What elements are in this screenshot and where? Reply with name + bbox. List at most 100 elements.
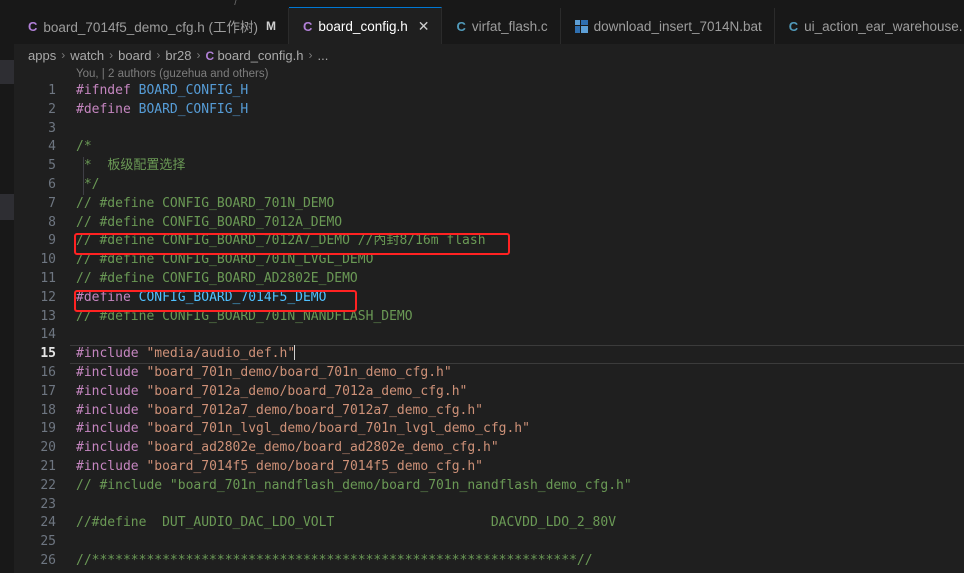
editor-tab-1[interactable]: Cboard_config.h ✕ bbox=[289, 7, 443, 44]
bat-file-icon bbox=[574, 19, 588, 33]
token: //#define DUT_AUDIO_DAC_LDO_VOLT DACVDD_… bbox=[76, 515, 617, 531]
token: 板级配置选择 bbox=[107, 158, 186, 174]
breadcrumb[interactable]: apps › watch › board › br28 › C board_config.h ›.… bbox=[0, 44, 964, 66]
code-text: // #define CONFIG_BOARD_701N_NANDFLASH_D… bbox=[76, 308, 413, 327]
token: // #define CONFIG_BOARD_7012A7_DEMO // bbox=[76, 233, 374, 249]
code-text: #include "board_7012a7_demo/board_7012a7… bbox=[76, 402, 483, 421]
code-editor[interactable]: 1 #ifndef BOARD_CONFIG_H 2 #define BOARD_CO… bbox=[0, 82, 964, 573]
token: // #define CONFIG_BOARD_701N_LVGL_DEMO bbox=[76, 252, 374, 268]
activity-strip-marker-1 bbox=[0, 194, 14, 220]
modified-badge: M bbox=[266, 19, 277, 33]
breadcrumb-separator-icon: › bbox=[196, 48, 201, 62]
code-line-8[interactable]: 8// #define CONFIG_BOARD_7012A_DEMO bbox=[0, 214, 964, 233]
code-line-5[interactable]: 5 * 板级配置选择 bbox=[0, 157, 964, 176]
breadcrumb-separator-icon: › bbox=[109, 48, 114, 62]
token: CONFIG_BOARD_7014F5_DEMO bbox=[138, 289, 327, 305]
code-line-16[interactable]: 16 #include "board_701n_demo/board_701n_d… bbox=[0, 364, 964, 383]
code-line-21[interactable]: 21 #include "board_7014f5_demo/board_7014… bbox=[0, 458, 964, 477]
token: //**************************************… bbox=[76, 553, 593, 568]
c-file-icon: C bbox=[205, 48, 218, 63]
code-line-24[interactable]: 24//#define DUT_AUDIO_DAC_LDO_VOLT DACVD… bbox=[0, 514, 964, 533]
token: "board_7014f5_demo/board_7014f5_demo_cfg… bbox=[146, 459, 483, 474]
editor-tab-label: board_config.h bbox=[318, 18, 408, 34]
code-text: #include "board_7014f5_demo/board_7014f5… bbox=[76, 458, 483, 477]
code-text: //**************************************… bbox=[76, 552, 593, 571]
breadcrumb-item-label: ... bbox=[317, 47, 329, 63]
activity-bar-strip[interactable] bbox=[0, 0, 14, 573]
token: // #define CONFIG_BOARD_701N_NANDFLASH_D… bbox=[76, 308, 413, 324]
code-line-23[interactable]: 23 bbox=[0, 496, 964, 515]
vscode-window: _ _/ Cboard_7014f5_demo_cfg.h (工作树)MCboa… bbox=[0, 0, 964, 573]
token: */ bbox=[76, 177, 100, 192]
c-file-icon: C bbox=[456, 18, 466, 34]
breadcrumb-separator-icon: › bbox=[156, 48, 161, 62]
code-text: // #define CONFIG_BOARD_7012A7_DEMO //內封… bbox=[76, 232, 486, 251]
code-line-20[interactable]: 20 #include "board_ad2802e_demo/board_ad2… bbox=[0, 439, 964, 458]
code-text: /* bbox=[76, 138, 92, 157]
breadcrumb-item-label: watch bbox=[70, 47, 105, 63]
breadcrumb-separator-icon: › bbox=[61, 48, 66, 62]
token: #include bbox=[76, 402, 147, 418]
breadcrumb-item-5[interactable]: ... bbox=[317, 48, 328, 63]
token: BOARD_CONFIG_H bbox=[138, 83, 249, 98]
code-line-18[interactable]: 18 #include "board_7012a7_demo/board_7012… bbox=[0, 402, 964, 421]
code-line-25[interactable]: 25 bbox=[0, 533, 964, 552]
editor-tab-0[interactable]: Cboard_7014f5_demo_cfg.h (工作树) M bbox=[14, 8, 290, 44]
clipped-overlay-text: _ _/ bbox=[210, 0, 240, 5]
token: * bbox=[76, 158, 108, 174]
code-line-22[interactable]: 22// #include "board_701n_nandflash_demo… bbox=[0, 477, 964, 496]
code-line-14[interactable]: 14 bbox=[0, 326, 964, 345]
c-file-icon: C bbox=[28, 18, 38, 34]
breadcrumb-item-3[interactable]: br28 bbox=[165, 48, 191, 63]
token: // #define CONFIG_BOARD_7012A_DEMO bbox=[76, 214, 343, 230]
code-line-7[interactable]: 7// #define CONFIG_BOARD_701N_DEMO bbox=[0, 195, 964, 214]
git-blame-annotation: You, | 2 authors (guzehua and others) bbox=[0, 66, 964, 82]
token: // #define CONFIG_BOARD_701N_DEMO bbox=[76, 195, 335, 211]
close-icon[interactable]: ✕ bbox=[418, 19, 430, 33]
breadcrumb-item-2[interactable]: board bbox=[118, 48, 151, 63]
token: 8/16m flash bbox=[399, 233, 486, 249]
editor-tab-3[interactable]: download_insert_7014N.bat bbox=[560, 8, 775, 44]
code-line-19[interactable]: 19 #include "board_701n_lvgl_demo/board_7… bbox=[0, 420, 964, 439]
code-line-2[interactable]: 2 #define BOARD_CONFIG_H bbox=[0, 101, 964, 120]
breadcrumb-item-label: br28 bbox=[165, 47, 192, 63]
editor-tab-2[interactable]: Cvirfat_flash.c bbox=[442, 8, 561, 44]
editor-tab-label: board_7014f5_demo_cfg.h (工作树) bbox=[43, 20, 259, 35]
code-line-10[interactable]: 10// #define CONFIG_BOARD_701N_LVGL_DEMO bbox=[0, 251, 964, 270]
text-cursor bbox=[294, 345, 296, 361]
code-text: #define BOARD_CONFIG_H bbox=[76, 101, 248, 120]
code-line-26[interactable]: 26//************************************… bbox=[0, 552, 964, 571]
code-line-13[interactable]: 13// #define CONFIG_BOARD_701N_NANDFLASH… bbox=[0, 308, 964, 327]
code-line-4[interactable]: 4/* bbox=[0, 138, 964, 157]
token: /* bbox=[76, 139, 92, 155]
token: "media/audio_def.h" bbox=[146, 346, 296, 362]
token: // #include "board_701n_nandflash_demo/b… bbox=[76, 477, 632, 493]
code-text: // #define CONFIG_BOARD_701N_LVGL_DEMO bbox=[76, 251, 373, 270]
code-line-1[interactable]: 1 #ifndef BOARD_CONFIG_H bbox=[0, 82, 964, 101]
editor-tab-4[interactable]: Cui_action_ear_warehouse. bbox=[774, 8, 964, 44]
breadcrumb-item-0[interactable]: apps bbox=[28, 48, 56, 63]
code-text: */ bbox=[76, 176, 100, 195]
code-text: // #define CONFIG_BOARD_701N_DEMO bbox=[76, 195, 334, 214]
code-line-9[interactable]: 9// #define CONFIG_BOARD_7012A7_DEMO //內… bbox=[0, 232, 964, 251]
code-line-11[interactable]: 11// #define CONFIG_BOARD_AD2802E_DEMO bbox=[0, 270, 964, 289]
code-line-15[interactable]: 15 #include "media/audio_def.h" bbox=[0, 345, 964, 364]
code-text: #include "board_701n_demo/board_701n_dem… bbox=[76, 364, 452, 383]
code-line-17[interactable]: 17 #include "board_7012a_demo/board_7012a… bbox=[0, 383, 964, 402]
code-text: #include "board_7012a_demo/board_7012a_d… bbox=[76, 383, 467, 402]
code-text: #include "media/audio_def.h" bbox=[76, 345, 296, 364]
code-text: // #define CONFIG_BOARD_AD2802E_DEMO bbox=[76, 270, 358, 289]
code-line-3[interactable]: 3 bbox=[0, 120, 964, 139]
editor-tab-label: download_insert_7014N.bat bbox=[593, 18, 762, 34]
editor-tab-label: virfat_flash.c bbox=[471, 18, 548, 34]
code-text: #include "board_ad2802e_demo/board_ad280… bbox=[76, 439, 499, 458]
breadcrumb-item-4[interactable]: C board_config.h bbox=[205, 48, 303, 63]
editor-tab-label: ui_action_ear_warehouse. bbox=[804, 18, 963, 34]
c-file-icon: C bbox=[788, 18, 799, 34]
breadcrumb-separator-icon: › bbox=[308, 48, 313, 62]
breadcrumb-item-1[interactable]: watch bbox=[70, 48, 104, 63]
c-file-icon: C bbox=[303, 18, 313, 34]
code-line-12[interactable]: 12 #define CONFIG_BOARD_7014F5_DEMO bbox=[0, 289, 964, 308]
code-line-6[interactable]: 6 */ bbox=[0, 176, 964, 195]
activity-strip-marker-0 bbox=[0, 60, 14, 84]
